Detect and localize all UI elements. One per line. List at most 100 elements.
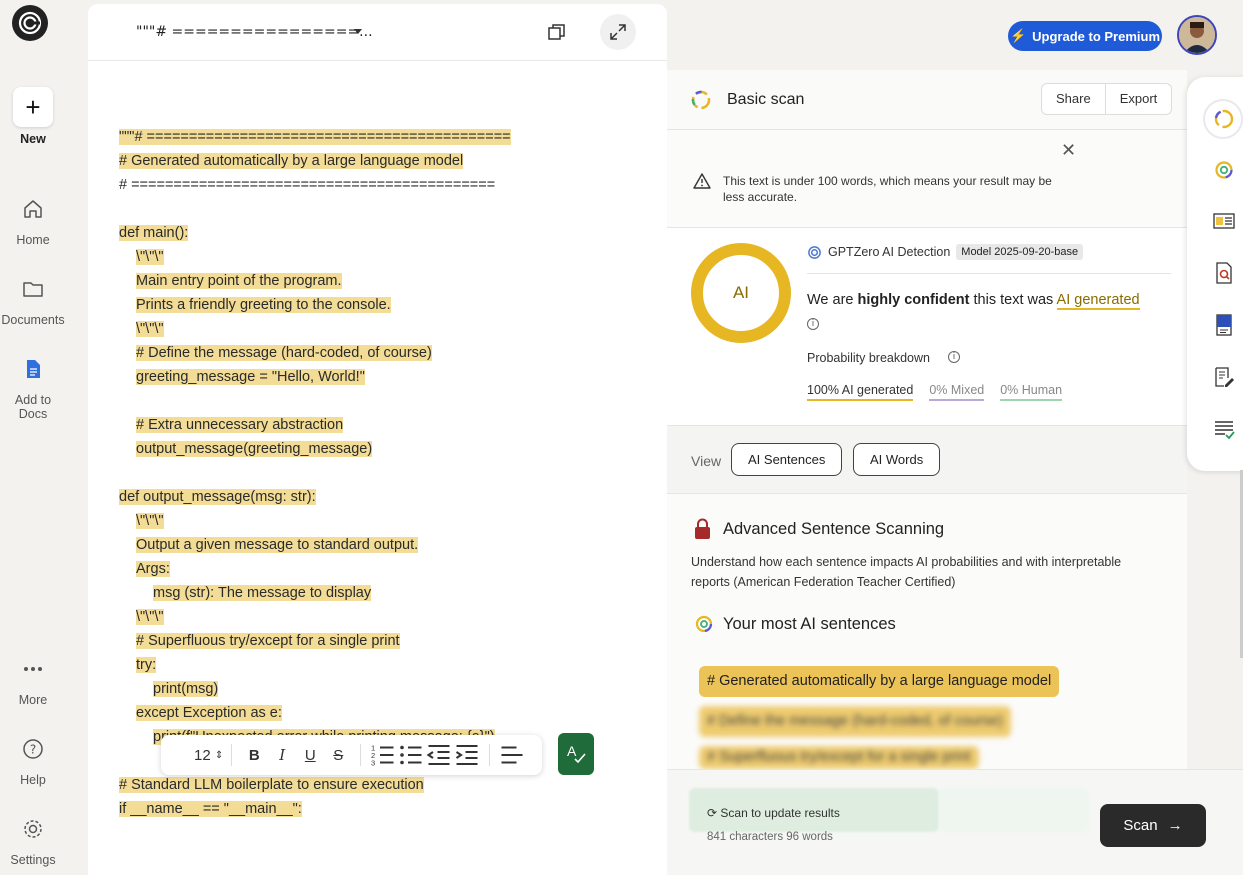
gptzero-logo[interactable] [12, 5, 48, 41]
writing-feedback-icon[interactable] [1213, 366, 1235, 388]
close-icon[interactable]: ✕ [1061, 140, 1076, 161]
sidebar-item-settings[interactable]: Settings [0, 853, 66, 867]
expand-icon [610, 24, 626, 40]
sidebar-item-more[interactable]: More [0, 693, 66, 707]
code-line: Args: [136, 561, 170, 577]
copy-icon[interactable] [547, 22, 567, 42]
warning-text: This text is under 100 words, which mean… [723, 174, 1052, 204]
view-bar: View AI Sentences AI Words [667, 426, 1187, 494]
spellcheck-button[interactable]: A [558, 733, 594, 775]
underline-icon[interactable]: U [296, 743, 324, 767]
info-icon[interactable]: i [807, 318, 819, 330]
ai-sentence-chip[interactable]: # Superfluous try/except for a single pr… [699, 746, 979, 769]
svg-text:?: ? [30, 743, 36, 757]
gptzero-small-icon [808, 245, 821, 259]
character-count: 841 characters 96 words [707, 831, 833, 843]
scan-footer: ⟳ Scan to update results 841 characters … [667, 769, 1243, 875]
editor-header: """# ================... [88, 4, 667, 61]
svg-text:A: A [567, 743, 577, 759]
code-line: try: [136, 657, 157, 673]
code-line: Output a given message to standard outpu… [136, 537, 419, 553]
ai-scan-tool-icon[interactable] [1213, 108, 1235, 130]
lock-icon [695, 518, 710, 539]
bullet-list-icon[interactable] [397, 743, 425, 767]
code-line: def output_message(msg: str): [119, 489, 316, 505]
export-button[interactable]: Export [1106, 84, 1172, 114]
plus-icon: + [25, 91, 41, 122]
scan-ring-icon [691, 90, 711, 110]
source-finder-icon[interactable] [1213, 262, 1235, 284]
left-rail: + New Home Documents Add to Docs More ? … [0, 0, 66, 875]
code-text[interactable]: """# ===================================… [119, 125, 649, 821]
new-label: New [20, 132, 46, 146]
ai-words-button[interactable]: AI Words [853, 443, 941, 476]
numbered-list-icon[interactable]: 123 [369, 743, 397, 767]
scan-header: Basic scan Share Export [667, 70, 1187, 130]
doc-icon[interactable] [22, 358, 44, 380]
detection-tool-icon[interactable] [1213, 159, 1235, 181]
avatar[interactable] [1177, 15, 1217, 55]
code-line: greeting_message = "Hello, World!" [136, 369, 365, 385]
scan-update-hint: ⟳ Scan to update results [707, 806, 840, 820]
code-line: output_message(greeting_message) [136, 441, 373, 457]
checklist-tool-icon[interactable] [1213, 418, 1235, 440]
document-title[interactable]: """# ================... [136, 24, 373, 40]
scan-button[interactable]: Scan → [1100, 804, 1206, 847]
gear-icon[interactable] [22, 818, 44, 840]
sidebar-item-add-to-docs[interactable]: Add to Docs [0, 393, 66, 421]
sidebar-item-home[interactable]: Home [0, 233, 66, 247]
tool-strip [1187, 77, 1243, 471]
refresh-icon: ⟳ [707, 806, 718, 820]
code-line: Main entry point of the program. [136, 273, 342, 289]
strikethrough-icon[interactable]: S [324, 743, 352, 767]
code-line: # ======================================… [119, 177, 496, 193]
sidebar-item-help[interactable]: Help [0, 773, 66, 787]
font-size-select[interactable]: 12 ⇕ [194, 743, 223, 767]
short-text-warning: ✕ This text is under 100 words, which me… [667, 130, 1187, 228]
code-line: Prints a friendly greeting to the consol… [136, 297, 391, 313]
prob-ai: 100% AI generated [807, 383, 914, 401]
upgrade-button[interactable]: ⚡ Upgrade to Premium [1008, 21, 1162, 51]
align-left-icon[interactable] [498, 743, 526, 767]
code-line: # Generated automatically by a large lan… [119, 153, 464, 169]
info-icon[interactable]: i [948, 351, 960, 363]
folder-icon[interactable] [22, 278, 44, 300]
new-document-button[interactable]: + [13, 87, 53, 127]
detection-result: AI GPTZero AI Detection Model 2025-09-20… [667, 228, 1187, 426]
code-line: except Exception as e: [136, 705, 282, 721]
probability-label: Probability breakdown [807, 351, 930, 365]
expand-button[interactable] [600, 14, 636, 50]
ai-sentences-button[interactable]: AI Sentences [731, 443, 843, 476]
report-tool-icon[interactable] [1213, 314, 1235, 336]
code-line: \"\"\" [136, 513, 164, 529]
ai-sentence-chip[interactable]: # Generated automatically by a large lan… [699, 666, 1060, 697]
share-button[interactable]: Share [1042, 84, 1106, 114]
chevron-down-icon[interactable] [354, 29, 362, 34]
code-line: # Extra unnecessary abstraction [136, 417, 344, 433]
indent-icon[interactable] [453, 743, 481, 767]
plagiarism-tool-icon[interactable] [1213, 210, 1235, 232]
help-icon[interactable]: ? [22, 738, 44, 760]
code-line: # Standard LLM boilerplate to ensure exe… [119, 777, 424, 793]
format-toolbar: 12 ⇕ B I U S 123 [161, 735, 542, 775]
ai-sentence-chip[interactable]: # Define the message (hard-coded, of cou… [699, 706, 1011, 737]
advanced-title: Advanced Sentence Scanning [723, 520, 945, 538]
italic-icon[interactable]: I [268, 743, 296, 767]
home-icon[interactable] [22, 198, 44, 220]
editor-pane: """# ================... """# ==========… [88, 4, 667, 875]
most-ai-title: Your most AI sentences [723, 615, 896, 633]
user-photo [1179, 17, 1215, 53]
advanced-scanning: Advanced Sentence Scanning Understand ho… [667, 494, 1187, 769]
outdent-icon[interactable] [425, 743, 453, 767]
warning-icon [693, 173, 711, 189]
view-label: View [691, 453, 722, 469]
sidebar-item-documents[interactable]: Documents [0, 313, 66, 327]
ai-score-donut: AI [691, 243, 791, 343]
more-icon[interactable] [22, 658, 44, 680]
bold-icon[interactable]: B [240, 743, 268, 767]
app-root: + New Home Documents Add to Docs More ? … [0, 0, 1243, 875]
code-line: # Define the message (hard-coded, of cou… [136, 345, 432, 361]
spellcheck-icon: A [567, 743, 586, 764]
